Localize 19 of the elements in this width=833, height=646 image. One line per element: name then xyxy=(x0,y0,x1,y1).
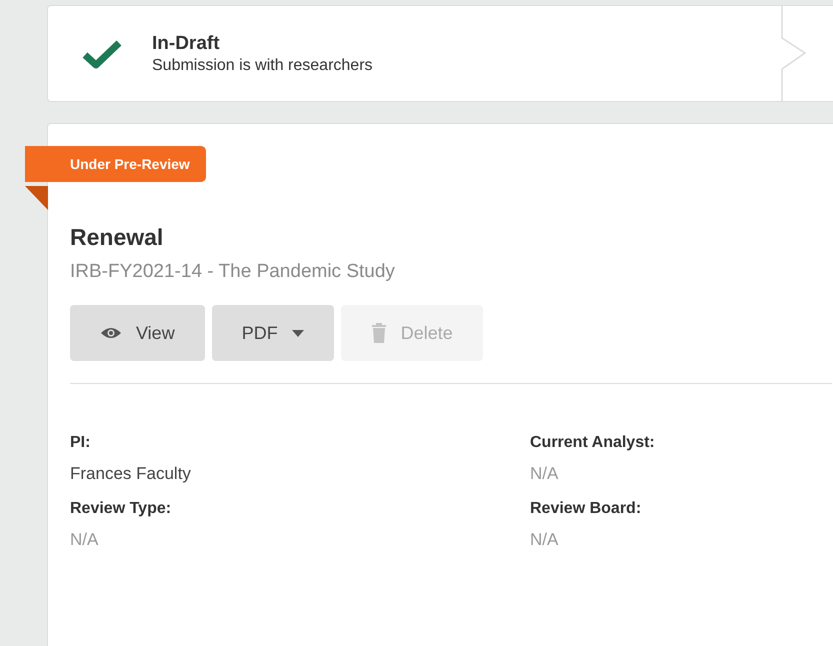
field-label: Current Analyst: xyxy=(530,434,656,452)
field-value: N/A xyxy=(530,530,560,550)
submission-title: Renewal xyxy=(70,224,164,251)
field-label: PI: xyxy=(70,434,92,452)
step-title: In-Draft xyxy=(152,32,221,54)
field-value: N/A xyxy=(70,530,100,550)
trash-icon xyxy=(370,323,387,343)
caret-icon xyxy=(292,330,304,336)
submission-subtitle: IRB-FY2021-14 - The Pandemic Study xyxy=(70,261,396,283)
field-label: Review Board: xyxy=(530,500,642,518)
field-value: N/A xyxy=(530,464,560,484)
eye-icon xyxy=(100,326,122,340)
field-value: Frances Faculty xyxy=(70,464,192,484)
field-label: Review Type: xyxy=(70,500,172,518)
view-button[interactable]: View xyxy=(70,305,205,361)
dropdown-button[interactable]: PDF xyxy=(212,305,334,361)
step-description: Submission is with researchers xyxy=(152,56,373,74)
ribbon-fold xyxy=(25,186,48,210)
status-badge: Under Pre-Review xyxy=(25,146,206,182)
